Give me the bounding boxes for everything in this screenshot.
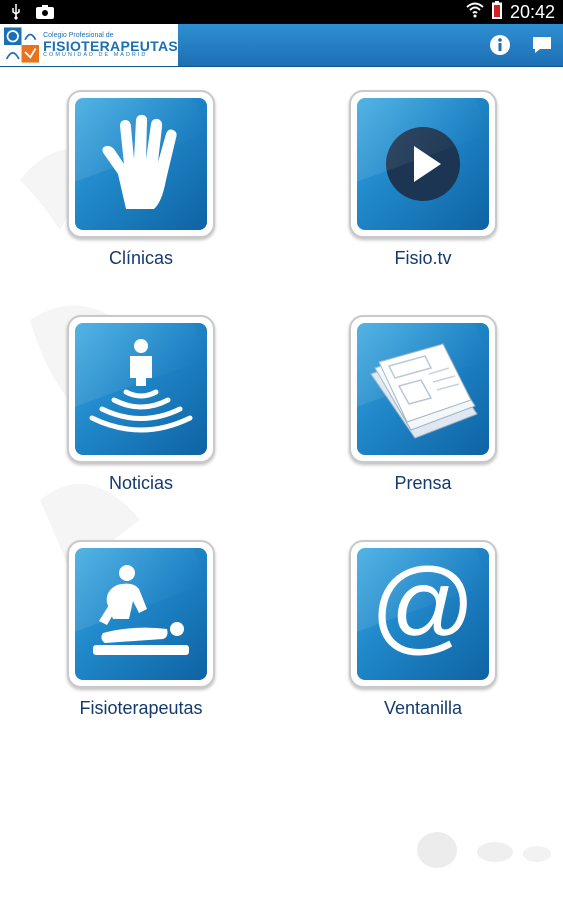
status-bar: 20:42 <box>0 0 563 24</box>
logo-mark-icon <box>4 27 40 63</box>
tile-fisioterapeutas[interactable]: Fisioterapeutas <box>66 540 216 719</box>
camera-icon <box>36 5 54 24</box>
tile-background <box>75 323 207 455</box>
tile-background <box>357 323 489 455</box>
tile-label: Ventanilla <box>383 698 463 718</box>
logo-line2: FISIOTERAPEUTAS <box>43 37 178 54</box>
tile-label: Noticias <box>108 473 174 493</box>
at-icon: @ <box>370 559 476 664</box>
svg-text:@: @ <box>370 559 476 664</box>
chat-button[interactable] <box>529 32 555 58</box>
broadcast-person-icon <box>89 339 193 433</box>
stones-decoration <box>417 832 551 868</box>
wifi-icon <box>466 2 484 23</box>
battery-icon <box>491 1 502 24</box>
tile-frame <box>67 90 215 238</box>
tile-frame <box>349 90 497 238</box>
chat-icon <box>533 37 551 53</box>
clock: 20:42 <box>509 2 555 22</box>
tile-frame <box>67 540 215 688</box>
tile-fisio-tv[interactable]: Fisio.tv <box>348 90 498 269</box>
tile-frame: @ <box>349 540 497 688</box>
tile-frame <box>67 315 215 463</box>
play-icon <box>386 127 460 201</box>
tile-noticias[interactable]: Noticias <box>66 315 216 494</box>
tile-clinicas[interactable]: Clínicas <box>66 90 216 269</box>
tile-prensa[interactable]: Prensa <box>348 315 498 494</box>
newspaper-icon <box>370 343 478 439</box>
info-icon <box>490 35 510 55</box>
tile-background <box>75 98 207 230</box>
tile-background <box>75 548 207 680</box>
tile-label: Fisioterapeutas <box>79 698 203 718</box>
usb-icon <box>10 4 22 25</box>
massage-icon <box>93 565 189 655</box>
tile-label: Clínicas <box>108 248 174 268</box>
tile-background <box>357 98 489 230</box>
tile-frame <box>349 315 497 463</box>
info-button[interactable] <box>487 32 513 58</box>
tile-background: @ <box>357 548 489 680</box>
tile-label: Prensa <box>394 473 452 493</box>
tile-label: Fisio.tv <box>394 248 452 268</box>
hand-icon <box>102 114 177 209</box>
app-logo[interactable]: Colegio Profesional de FISIOTERAPEUTAS C… <box>0 24 178 66</box>
tile-ventanilla[interactable]: @ Ventanilla <box>348 540 498 719</box>
action-bar: Colegio Profesional de FISIOTERAPEUTAS C… <box>0 24 563 67</box>
